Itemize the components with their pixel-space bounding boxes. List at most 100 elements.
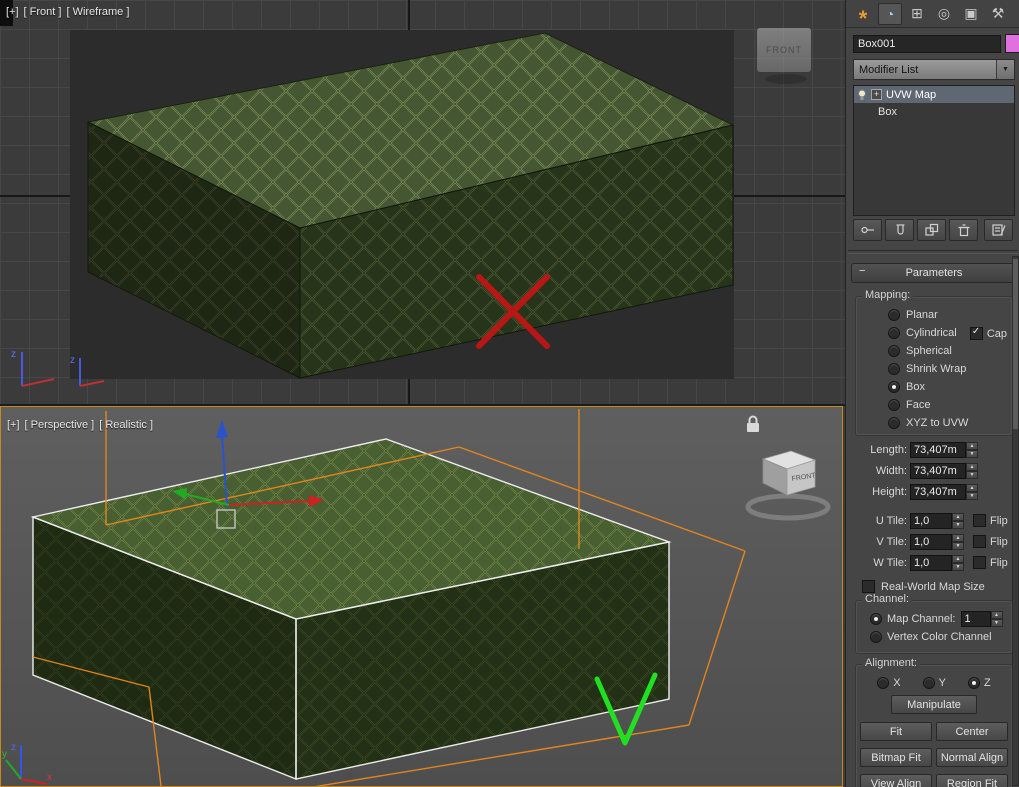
spinner-down[interactable] (952, 563, 964, 571)
length-field[interactable]: 73,407m (910, 442, 966, 458)
hierarchy-tab[interactable]: ⊞ (905, 3, 929, 25)
vertex-color-row[interactable]: Vertex Color Channel (856, 628, 1012, 646)
radio-icon[interactable] (888, 363, 900, 375)
front-viewport-canvas: z z (0, 0, 845, 404)
spinner-down[interactable] (966, 492, 978, 500)
radio-icon[interactable] (888, 417, 900, 429)
utilities-tab[interactable]: ⚒ (986, 3, 1010, 25)
viewport-perspective[interactable]: FRONT z y x [+] [ Perspective ] [ Realis… (0, 406, 843, 787)
v-tile-field[interactable]: 1,0 (910, 534, 952, 550)
stack-item-uvw-map[interactable]: UVW Map (854, 86, 1014, 103)
w-flip-checkbox[interactable] (973, 556, 986, 569)
vertex-color-label: Vertex Color Channel (887, 631, 992, 643)
v-flip-option[interactable]: Flip (973, 535, 1008, 548)
expand-icon[interactable] (871, 89, 882, 100)
map-channel-field[interactable]: 1 (961, 611, 991, 627)
radio-icon-selected[interactable] (968, 677, 980, 689)
radio-icon[interactable] (888, 345, 900, 357)
cap-checkbox[interactable] (970, 327, 983, 340)
normal-align-button[interactable]: Normal Align (936, 748, 1008, 767)
viewport-menu[interactable]: [+] (7, 419, 20, 431)
width-field[interactable]: 73,407m (910, 463, 966, 479)
remove-modifier-button[interactable] (949, 219, 978, 241)
viewport-shading-menu[interactable]: [ Realistic ] (99, 419, 153, 431)
radio-xyz-to-uvw[interactable]: XYZ to UVW (856, 414, 1012, 432)
modifier-stack[interactable]: UVW Map Box (853, 85, 1015, 216)
chevron-down-icon[interactable] (996, 60, 1014, 79)
manipulate-button[interactable]: Manipulate (891, 695, 977, 714)
scrollbar-thumb[interactable] (1013, 259, 1018, 429)
view-align-button[interactable]: View Align (860, 774, 932, 787)
spinner-up[interactable] (966, 484, 978, 492)
viewport-front[interactable]: z z [+] [ Front ] [ Wireframe ] FRONT (0, 0, 845, 404)
modifier-list-dropdown[interactable]: Modifier List (853, 59, 1015, 80)
svg-text:x: x (47, 772, 52, 783)
create-tab[interactable]: * (851, 3, 875, 25)
u-tile-field[interactable]: 1,0 (910, 513, 952, 529)
radio-box[interactable]: Box (856, 378, 1012, 396)
spinner-up[interactable] (952, 555, 964, 563)
front-viewcube-grip[interactable]: FRONT (757, 28, 811, 72)
textured-box-front[interactable] (88, 33, 733, 378)
v-flip-checkbox[interactable] (973, 535, 986, 548)
spinner-up[interactable] (952, 534, 964, 542)
viewcube[interactable]: FRONT (748, 451, 828, 518)
spinner-down[interactable] (966, 471, 978, 479)
pin-stack-button[interactable] (853, 219, 882, 241)
spinner-up[interactable] (966, 463, 978, 471)
spinner-down[interactable] (991, 619, 1003, 627)
radio-icon[interactable] (888, 309, 900, 321)
w-flip-option[interactable]: Flip (973, 556, 1008, 569)
lightbulb-icon[interactable] (857, 89, 867, 101)
radio-icon[interactable] (870, 631, 882, 643)
real-world-map-size-option[interactable]: Real-World Map Size (862, 580, 985, 593)
textured-box-perspective[interactable] (33, 439, 669, 779)
motion-tab[interactable]: ◎ (932, 3, 956, 25)
bitmap-fit-button[interactable]: Bitmap Fit (860, 748, 932, 767)
display-tab[interactable]: ▣ (959, 3, 983, 25)
make-unique-button[interactable] (917, 219, 946, 241)
axis-x-option[interactable]: X (877, 677, 900, 689)
parameters-rollout-header[interactable]: − Parameters (851, 263, 1017, 283)
fit-button[interactable]: Fit (860, 722, 932, 741)
u-flip-option[interactable]: Flip (973, 514, 1008, 527)
radio-icon[interactable] (888, 327, 900, 339)
axis-z-option[interactable]: Z (968, 677, 991, 689)
radio-icon[interactable] (923, 677, 935, 689)
panel-scrollbar[interactable] (1012, 256, 1019, 786)
radio-planar[interactable]: Planar (856, 306, 1012, 324)
show-end-result-button[interactable] (885, 219, 914, 241)
radio-spherical[interactable]: Spherical (856, 342, 1012, 360)
viewport-name-menu[interactable]: [ Front ] (24, 6, 62, 18)
radio-icon-selected[interactable] (870, 613, 882, 625)
spinner-up[interactable] (991, 611, 1003, 619)
spinner-down[interactable] (966, 450, 978, 458)
radio-cylindrical[interactable]: Cylindrical Cap (856, 324, 1012, 342)
viewport-menu[interactable]: [+] (6, 6, 19, 18)
cap-option[interactable]: Cap (970, 327, 1007, 340)
configure-modifier-sets-button[interactable] (984, 219, 1013, 241)
axis-y-option[interactable]: Y (923, 677, 946, 689)
w-tile-field[interactable]: 1,0 (910, 555, 952, 571)
map-channel-row[interactable]: Map Channel: 1 (856, 610, 1012, 628)
spinner-up[interactable] (952, 513, 964, 521)
viewport-name-menu[interactable]: [ Perspective ] (25, 419, 95, 431)
radio-face[interactable]: Face (856, 396, 1012, 414)
object-color-swatch[interactable] (1005, 34, 1019, 53)
region-fit-button[interactable]: Region Fit (936, 774, 1008, 787)
viewport-shading-menu[interactable]: [ Wireframe ] (66, 6, 129, 18)
center-button[interactable]: Center (936, 722, 1008, 741)
radio-icon-selected[interactable] (888, 381, 900, 393)
u-flip-checkbox[interactable] (973, 514, 986, 527)
radio-icon[interactable] (877, 677, 889, 689)
radio-shrink-wrap[interactable]: Shrink Wrap (856, 360, 1012, 378)
spinner-up[interactable] (966, 442, 978, 450)
spinner-down[interactable] (952, 542, 964, 550)
object-name-field[interactable] (853, 35, 1001, 53)
modify-tab[interactable]: ◔ (878, 3, 902, 25)
height-field[interactable]: 73,407m (910, 484, 966, 500)
spinner-down[interactable] (952, 521, 964, 529)
real-world-checkbox[interactable] (862, 580, 875, 593)
stack-item-box[interactable]: Box (854, 103, 1014, 120)
radio-icon[interactable] (888, 399, 900, 411)
